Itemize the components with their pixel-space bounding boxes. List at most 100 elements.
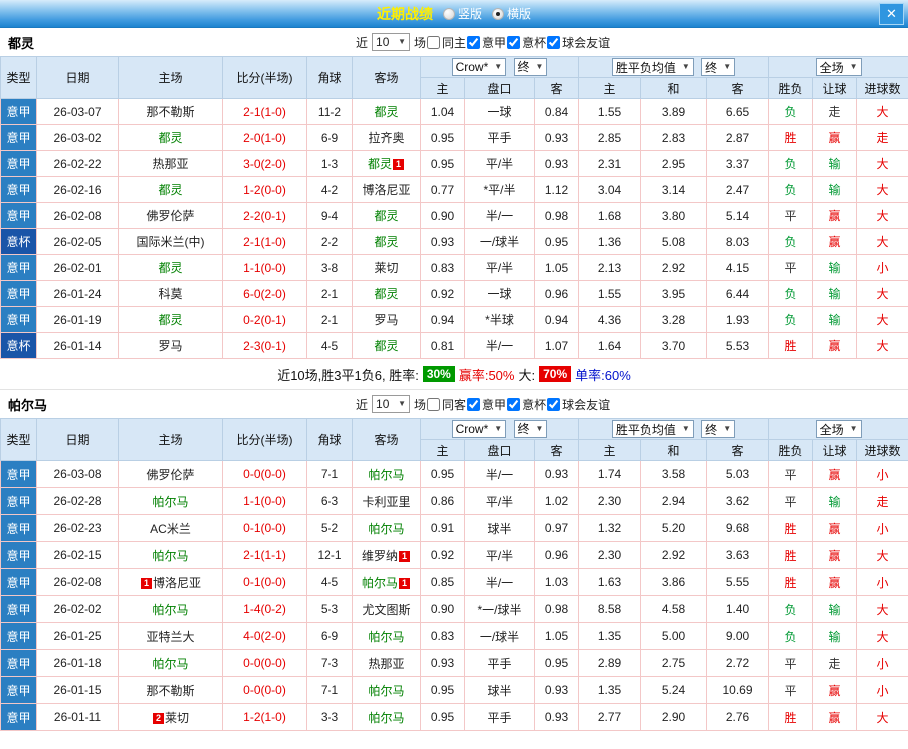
final-odds-select[interactable]: 终 ▼ <box>513 419 548 438</box>
final-odds-select[interactable]: 终 ▼ <box>513 57 548 76</box>
chevron-down-icon: ▼ <box>494 62 503 72</box>
filter-same-home[interactable]: 同主 <box>427 34 466 51</box>
header-row-selects: 类型 日期 主场 比分(半场) 角球 客场 Crow* ▼ 终 ▼ 胜平负均值 ▼ 终… <box>0 418 908 461</box>
same-away-checkbox[interactable] <box>427 397 441 411</box>
corner-stat: 11-2 <box>306 98 353 125</box>
bookmaker-select[interactable]: Crow* ▼ <box>451 420 507 439</box>
filter-coppa[interactable]: 意杯 <box>507 34 546 51</box>
away-team-cell: 都灵 <box>352 280 421 307</box>
radio-selected-icon[interactable] <box>492 7 504 20</box>
ah-handicap-line: 一球 <box>464 98 535 125</box>
ah-away-odds: 0.93 <box>534 150 579 177</box>
table-row: 意甲 26-02-23 AC米兰 0-1(0-0) 5-2 帕尔马 0.91 球半 0.97 1.… <box>0 514 908 542</box>
eu-home-odds: 3.04 <box>578 176 641 203</box>
layout-radio-horizontal[interactable]: 横版 <box>492 5 531 22</box>
ah-home-odds: 0.85 <box>420 568 465 596</box>
home-team-name: 亚特兰大 <box>146 629 195 644</box>
result-outcome: 负 <box>768 98 814 125</box>
eu-draw-odds: 5.20 <box>640 514 707 542</box>
avg-odds-select[interactable]: 胜平负均值 ▼ <box>611 58 694 76</box>
close-button[interactable]: ✕ <box>879 3 904 25</box>
result-goals: 大 <box>856 98 908 125</box>
result-outcome: 胜 <box>768 514 814 542</box>
table-row: 意杯 26-01-14 罗马 2-3(0-1) 4-5 都灵 0.81 半/一 1.07 1.64… <box>0 332 908 359</box>
table-row: 意甲 26-02-16 都灵 1-2(0-0) 4-2 博洛尼亚 0.77 *平/半 1.12 3… <box>0 176 908 203</box>
avg-odds-select[interactable]: 胜平负均值 ▼ <box>611 420 694 438</box>
corner-stat: 12-1 <box>306 541 353 569</box>
close-icon: ✕ <box>886 6 897 21</box>
home-team-name: 佛罗伦萨 <box>146 467 195 482</box>
col-result: 胜负 <box>768 77 814 99</box>
radio-icon[interactable] <box>442 7 455 20</box>
table-row: 意甲 26-01-18 帕尔马 0-0(0-0) 7-3 热那亚 0.93 平手 0.95 2.8… <box>0 649 908 677</box>
final-odds-select[interactable]: 终 ▼ <box>701 58 736 76</box>
away-team-name: 卡利亚里 <box>362 494 411 509</box>
handicap-rate-text: 赢率:50% <box>458 367 515 383</box>
eu-draw-odds: 2.90 <box>640 703 707 731</box>
result-handicap: 输 <box>812 150 858 177</box>
final-odds-select[interactable]: 终 ▼ <box>701 420 736 438</box>
match-score: 2-1(1-0) <box>222 228 307 255</box>
corner-stat: 2-1 <box>306 306 353 333</box>
filter-coppa[interactable]: 意杯 <box>507 396 546 413</box>
filter-serie-a[interactable]: 意甲 <box>467 34 506 51</box>
coppa-checkbox[interactable] <box>507 35 521 49</box>
league-type-badge: 意甲 <box>0 595 37 623</box>
match-count-select[interactable]: 10 ▼ <box>372 395 411 413</box>
result-outcome: 负 <box>768 306 814 333</box>
away-team-cell: 维罗纳 1 <box>352 541 421 569</box>
corner-stat: 9-4 <box>306 202 353 229</box>
eu-away-odds: 9.00 <box>705 622 770 650</box>
corner-stat: 5-2 <box>306 514 353 542</box>
ah-home-odds: 0.83 <box>420 622 465 650</box>
friendly-checkbox[interactable] <box>547 35 561 49</box>
friendly-checkbox[interactable] <box>547 397 561 411</box>
away-team-cell: 帕尔马 1 <box>352 568 421 596</box>
fulltime-select[interactable]: 全场 ▼ <box>815 58 862 76</box>
home-team-name: 帕尔马 <box>152 548 189 563</box>
result-handicap: 赢 <box>812 568 858 596</box>
checkbox-label: 球会友谊 <box>562 397 611 412</box>
chevron-down-icon: ▼ <box>535 61 544 71</box>
home-team-cell: 那不勒斯 <box>118 98 223 125</box>
result-header: 全场 ▼ <box>768 418 908 440</box>
result-header: 全场 ▼ <box>768 56 908 78</box>
away-team-cell: 都灵 1 <box>352 150 421 177</box>
col-eu-home: 主 <box>578 439 641 461</box>
layout-radio-vertical[interactable]: 竖版 <box>442 5 482 22</box>
result-outcome: 胜 <box>768 332 814 359</box>
eu-draw-odds: 2.83 <box>640 124 707 151</box>
ah-home-odds: 0.86 <box>420 487 465 515</box>
eu-home-odds: 1.74 <box>578 460 641 488</box>
coppa-checkbox[interactable] <box>507 397 521 411</box>
big-label: 大: <box>518 367 536 383</box>
same-home-checkbox[interactable] <box>427 35 441 49</box>
ah-handicap-line: 半/一 <box>464 332 535 359</box>
filter-same-away[interactable]: 同客 <box>427 396 466 413</box>
league-type-badge: 意甲 <box>0 306 37 333</box>
filter-friendly[interactable]: 球会友谊 <box>547 34 610 51</box>
filter-serie-a[interactable]: 意甲 <box>467 396 506 413</box>
ah-home-odds: 0.83 <box>420 254 465 281</box>
away-team-cell: 帕尔马 <box>352 622 421 650</box>
match-count-select[interactable]: 10 ▼ <box>372 33 411 51</box>
bookmaker-select[interactable]: Crow* ▼ <box>451 58 507 77</box>
section-header: 帕尔马 近 10 ▼ 场 同客 意甲 意杯 球会友谊 <box>0 390 908 418</box>
result-handicap: 走 <box>812 649 858 677</box>
match-score: 1-4(0-2) <box>222 595 307 623</box>
serie-a-checkbox[interactable] <box>467 397 481 411</box>
eu-away-odds: 8.03 <box>705 228 770 255</box>
col-away: 客场 <box>352 56 421 99</box>
home-team-cell: 佛罗伦萨 <box>118 202 223 229</box>
filter-friendly[interactable]: 球会友谊 <box>547 396 610 413</box>
fulltime-select[interactable]: 全场 ▼ <box>815 420 862 438</box>
result-handicap: 输 <box>812 487 858 515</box>
serie-a-checkbox[interactable] <box>467 35 481 49</box>
near-label: 近 <box>356 35 369 50</box>
ah-away-odds: 0.93 <box>534 676 579 704</box>
home-team-name: 都灵 <box>158 183 183 197</box>
ah-home-odds: 0.95 <box>420 460 465 488</box>
match-date: 26-01-19 <box>36 306 119 333</box>
match-score: 2-2(0-1) <box>222 202 307 229</box>
eu-draw-odds: 3.89 <box>640 98 707 125</box>
